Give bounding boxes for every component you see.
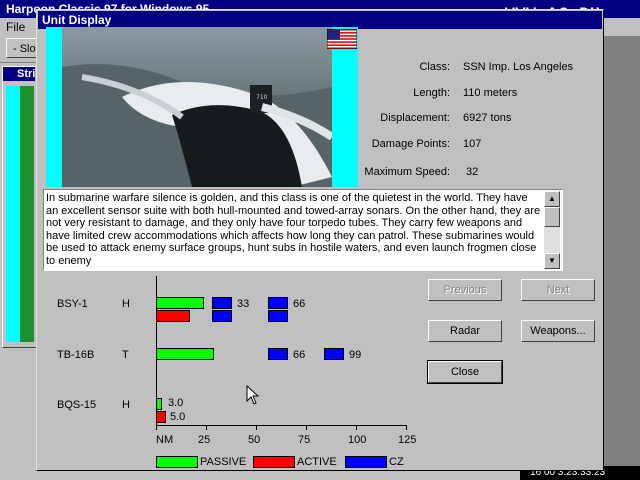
legend-label-active: ACTIVE bbox=[297, 456, 337, 468]
close-button[interactable]: Close bbox=[427, 360, 503, 384]
next-button[interactable]: Next bbox=[521, 279, 595, 301]
x-tick-mark bbox=[206, 425, 207, 430]
x-tick-label: 25 bbox=[198, 434, 211, 446]
cz-bar bbox=[212, 310, 232, 322]
length-label: Length: bbox=[413, 87, 450, 99]
previous-button[interactable]: Previous bbox=[428, 279, 502, 301]
passive-bar bbox=[156, 297, 204, 309]
submarine-photo: 710 bbox=[62, 27, 332, 187]
active-bar bbox=[156, 310, 190, 322]
max-speed-label: Maximum Speed: bbox=[364, 166, 450, 178]
x-tick-mark bbox=[156, 425, 157, 430]
x-tick-label: 100 bbox=[348, 434, 367, 446]
map-water bbox=[6, 86, 20, 342]
max-speed-value: 32 bbox=[466, 166, 479, 178]
x-tick-label: 50 bbox=[248, 434, 261, 446]
legend-swatch-active bbox=[253, 456, 295, 468]
x-tick-label: NM bbox=[156, 434, 174, 446]
sensor-type: H bbox=[122, 298, 130, 310]
usa-flag-icon bbox=[326, 28, 358, 50]
x-tick-mark bbox=[356, 425, 357, 430]
cz-range-label: 33 bbox=[237, 298, 250, 310]
x-tick-mark bbox=[406, 425, 407, 430]
length-value: 110 meters bbox=[463, 87, 518, 99]
displacement-value: 6927 tons bbox=[463, 112, 512, 124]
svg-text:710: 710 bbox=[256, 94, 268, 101]
class-value: SSN Imp. Los Angeles bbox=[463, 61, 574, 73]
legend-label-cz: CZ bbox=[389, 456, 404, 468]
cz-bar bbox=[268, 348, 288, 360]
passive-value-label: 3.0 bbox=[168, 397, 184, 409]
damage-points-label: Damage Points: bbox=[371, 138, 450, 150]
x-tick-label: 125 bbox=[398, 434, 417, 446]
x-tick-mark bbox=[256, 425, 257, 430]
active-value-label: 5.0 bbox=[170, 411, 186, 423]
cz-range-label: 66 bbox=[293, 298, 306, 310]
sensor-type: T bbox=[122, 349, 129, 361]
menu-file[interactable]: File bbox=[6, 20, 25, 34]
app-right-edge bbox=[604, 36, 640, 480]
cz-bar bbox=[212, 297, 232, 309]
scroll-down-button[interactable]: ▼ bbox=[544, 253, 560, 269]
x-axis-line bbox=[156, 425, 406, 426]
class-label: Class: bbox=[419, 61, 450, 73]
x-tick-mark bbox=[306, 425, 307, 430]
passive-bar bbox=[156, 398, 162, 410]
legend-swatch-passive bbox=[156, 456, 198, 468]
legend-label-passive: PASSIVE bbox=[200, 456, 247, 468]
x-tick-label: 75 bbox=[298, 434, 311, 446]
cz-range-label: 66 bbox=[293, 349, 306, 361]
sensor-name: BSY-1 bbox=[57, 298, 88, 310]
scroll-up-button[interactable]: ▲ bbox=[544, 191, 560, 207]
scroll-thumb[interactable] bbox=[544, 207, 560, 227]
cz-range-label: 99 bbox=[349, 349, 362, 361]
sensor-name: TB-16B bbox=[57, 349, 95, 361]
radar-button[interactable]: Radar bbox=[428, 320, 502, 342]
map-land bbox=[20, 86, 34, 342]
speed-button[interactable]: - Slo bbox=[6, 38, 38, 58]
passive-bar bbox=[156, 348, 214, 360]
displacement-label: Displacement: bbox=[380, 112, 450, 124]
strike-window-title: Stri bbox=[3, 67, 35, 81]
sensor-type: H bbox=[122, 399, 130, 411]
active-bar bbox=[156, 411, 166, 423]
cz-bar bbox=[324, 348, 344, 360]
cz-bar bbox=[268, 297, 288, 309]
mouse-cursor-icon bbox=[246, 384, 260, 405]
cz-bar bbox=[268, 310, 288, 322]
damage-points-value: 107 bbox=[463, 138, 482, 150]
description-text: In submarine warfare silence is golden, … bbox=[46, 192, 541, 267]
weapons-button[interactable]: Weapons... bbox=[521, 320, 595, 342]
sensor-name: BQS-15 bbox=[57, 399, 97, 411]
legend-swatch-cz bbox=[345, 456, 387, 468]
